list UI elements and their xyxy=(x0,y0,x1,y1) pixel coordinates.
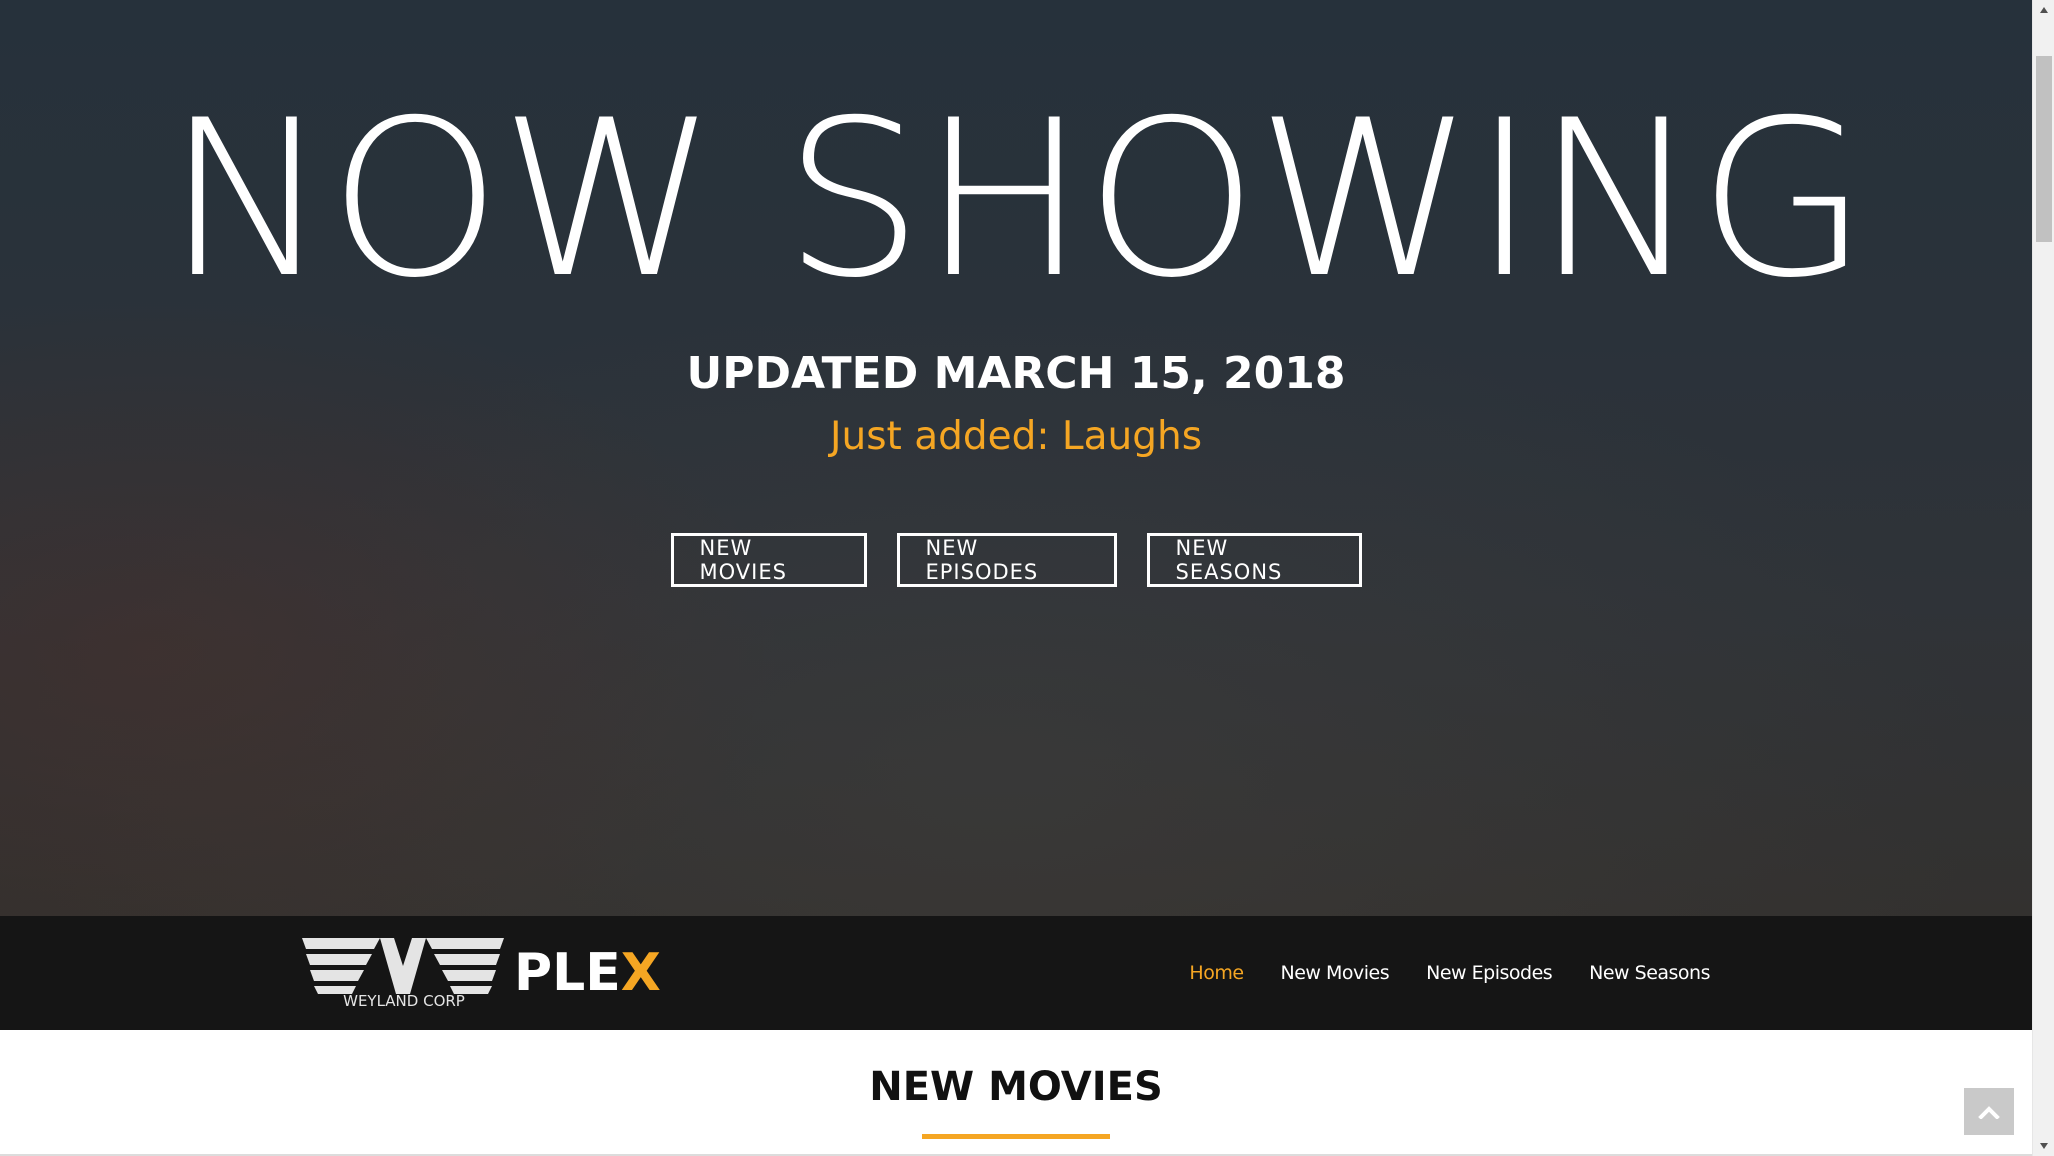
hero-title-text: NOW SHOWING xyxy=(165,74,1869,325)
new-seasons-button[interactable]: NEW SEASONS xyxy=(1146,533,1362,587)
nav-new-movies[interactable]: New Movies xyxy=(1281,962,1390,984)
scroll-down-button[interactable] xyxy=(2033,1136,2054,1156)
triangle-down-icon xyxy=(2040,1143,2048,1149)
nav-new-seasons[interactable]: New Seasons xyxy=(1589,962,1710,984)
new-episodes-button[interactable]: NEW EPISODES xyxy=(896,533,1117,587)
viewport: NOW SHOWING UPDATED MARCH 15, 2018 Just … xyxy=(0,0,2032,1156)
section-title-underline xyxy=(922,1134,1110,1139)
chevron-up-icon xyxy=(1978,1105,2000,1119)
scroll-up-button[interactable] xyxy=(2033,0,2054,20)
hero-title: NOW SHOWING xyxy=(0,84,2032,316)
back-to-top-button[interactable] xyxy=(1964,1088,2014,1135)
nav-links: Home New Movies New Episodes New Seasons xyxy=(1189,916,1710,1030)
hero-section: NOW SHOWING UPDATED MARCH 15, 2018 Just … xyxy=(0,0,2032,916)
new-movies-button[interactable]: NEW MOVIES xyxy=(670,533,867,587)
scrollbar-thumb[interactable] xyxy=(2036,56,2052,242)
navbar: WEYLAND CORP PLEX Home New Movies New Ep… xyxy=(0,916,2032,1030)
nav-new-episodes[interactable]: New Episodes xyxy=(1426,962,1553,984)
logo-weyland-text: WEYLAND CORP xyxy=(343,992,465,1008)
vertical-scrollbar[interactable] xyxy=(2032,0,2054,1156)
triangle-up-icon xyxy=(2040,7,2048,13)
logo-plex-text: PLEX xyxy=(514,943,661,1003)
just-added-text: Just added: Laughs xyxy=(829,414,1203,459)
page: NOW SHOWING UPDATED MARCH 15, 2018 Just … xyxy=(0,0,2054,1156)
updated-date: UPDATED MARCH 15, 2018 xyxy=(686,348,1346,399)
nav-home[interactable]: Home xyxy=(1189,962,1244,984)
weyland-corp-logo-icon[interactable]: WEYLAND CORP PLEX xyxy=(302,936,662,1008)
section-title: NEW MOVIES xyxy=(869,1064,1163,1110)
hero-buttons: NEW MOVIES NEW EPISODES NEW SEASONS xyxy=(0,533,2032,587)
